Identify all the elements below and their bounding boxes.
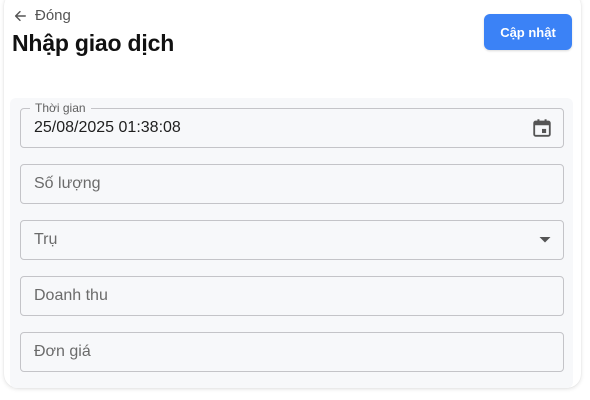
quantity-field[interactable]: Số lượng <box>20 164 564 204</box>
update-button[interactable]: Cập nhật <box>484 14 572 50</box>
close-link-label: Đóng <box>35 7 71 24</box>
page-title: Nhập giao dịch <box>12 30 175 56</box>
arrow-left-icon <box>13 9 27 23</box>
pump-placeholder: Trụ <box>34 231 58 248</box>
time-field-value: 25/08/2025 01:38:08 <box>34 119 181 136</box>
caret-down-icon <box>539 237 551 244</box>
time-field-label: Thời gian <box>30 101 91 115</box>
quantity-placeholder: Số lượng <box>34 175 101 192</box>
unit-price-field[interactable]: Đơn giá <box>20 332 564 372</box>
revenue-placeholder: Doanh thu <box>34 287 108 304</box>
revenue-field[interactable]: Doanh thu <box>20 276 564 316</box>
time-field[interactable]: Thời gian 25/08/2025 01:38:08 <box>20 101 564 148</box>
unit-price-placeholder: Đơn giá <box>34 343 91 360</box>
close-link[interactable]: Đóng <box>13 7 71 24</box>
calendar-icon[interactable] <box>531 117 553 139</box>
pump-select[interactable]: Trụ <box>20 220 564 260</box>
